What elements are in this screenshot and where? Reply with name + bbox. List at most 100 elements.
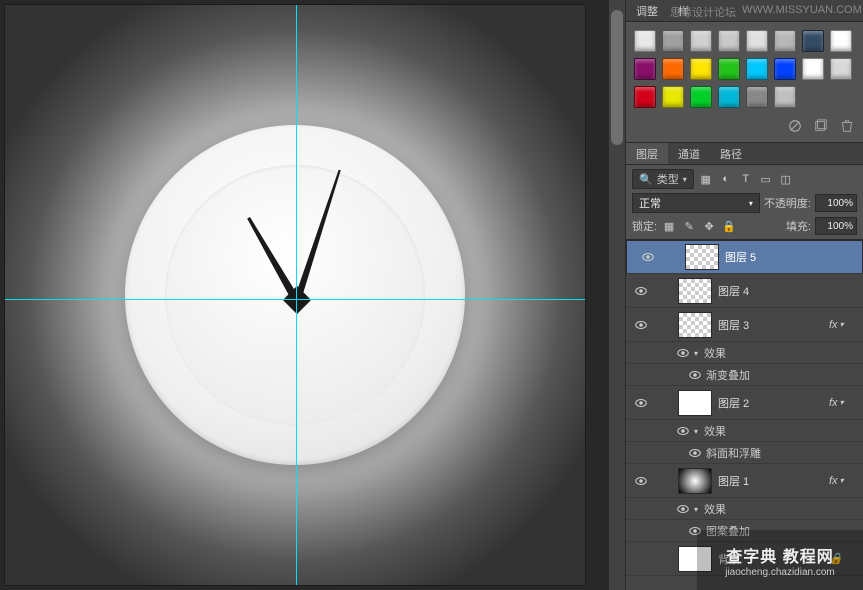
effects-collapse-icon[interactable]: ▾ bbox=[694, 347, 704, 359]
effect-visibility-toggle[interactable] bbox=[684, 524, 706, 538]
visibility-toggle[interactable] bbox=[626, 318, 656, 332]
style-swatch[interactable] bbox=[746, 86, 768, 108]
opacity-label: 不透明度: bbox=[764, 195, 811, 211]
visibility-toggle[interactable] bbox=[626, 396, 656, 410]
layer-thumbnail[interactable] bbox=[678, 390, 712, 416]
layer-effect-row[interactable]: ▾效果 bbox=[626, 342, 863, 364]
blend-mode-dropdown[interactable]: 正常▾ bbox=[632, 193, 760, 213]
effect-visibility-toggle[interactable] bbox=[684, 368, 706, 382]
style-swatch[interactable] bbox=[662, 30, 684, 52]
visibility-toggle[interactable] bbox=[626, 284, 656, 298]
layer-name[interactable]: 图层 4 bbox=[718, 283, 863, 299]
style-swatch[interactable] bbox=[746, 30, 768, 52]
effect-visibility-toggle[interactable] bbox=[672, 346, 694, 360]
style-swatch[interactable] bbox=[634, 30, 656, 52]
effect-visibility-toggle[interactable] bbox=[672, 424, 694, 438]
filter-pixel-icon[interactable]: ▦ bbox=[698, 171, 714, 187]
filter-type-icon[interactable]: T bbox=[738, 171, 754, 187]
style-swatch[interactable] bbox=[802, 58, 824, 80]
lock-position-icon[interactable]: ✥ bbox=[701, 218, 717, 234]
visibility-toggle[interactable] bbox=[633, 250, 663, 264]
layer-row[interactable]: 图层 1fx ▾ bbox=[626, 464, 863, 498]
scrollbar-vertical[interactable] bbox=[609, 0, 625, 590]
style-swatch[interactable] bbox=[662, 86, 684, 108]
style-swatch[interactable] bbox=[690, 30, 712, 52]
layer-name[interactable]: 图层 5 bbox=[725, 249, 856, 265]
layer-thumbnail[interactable] bbox=[678, 468, 712, 494]
tab-paths[interactable]: 路径 bbox=[710, 143, 752, 164]
style-swatch[interactable] bbox=[774, 86, 796, 108]
tab-adjustments[interactable]: 调整 bbox=[626, 0, 668, 21]
effect-name: 效果 bbox=[704, 345, 726, 361]
layer-row[interactable]: 背景🔒 bbox=[626, 542, 863, 576]
lock-icon: 🔒 bbox=[829, 552, 863, 565]
filter-shape-icon[interactable]: ▭ bbox=[758, 171, 774, 187]
delete-style-icon[interactable] bbox=[839, 118, 855, 134]
effects-collapse-icon[interactable]: ▾ bbox=[694, 425, 704, 437]
style-swatch[interactable] bbox=[690, 58, 712, 80]
layer-thumbnail[interactable] bbox=[678, 278, 712, 304]
guide-horizontal[interactable] bbox=[5, 299, 585, 300]
layer-thumbnail[interactable] bbox=[678, 546, 712, 572]
layer-effect-row[interactable]: ▾效果 bbox=[626, 498, 863, 520]
style-swatch[interactable] bbox=[690, 86, 712, 108]
fx-indicator[interactable]: fx ▾ bbox=[829, 475, 863, 487]
style-swatch[interactable] bbox=[718, 30, 740, 52]
effect-name: 图案叠加 bbox=[706, 523, 750, 539]
effect-visibility-toggle[interactable] bbox=[672, 502, 694, 516]
layer-effect-row[interactable]: ▾效果 bbox=[626, 420, 863, 442]
style-swatch[interactable] bbox=[830, 30, 852, 52]
style-swatch[interactable] bbox=[746, 58, 768, 80]
no-style-icon[interactable] bbox=[787, 118, 803, 134]
layer-row[interactable]: 图层 2fx ▾ bbox=[626, 386, 863, 420]
layer-thumbnail[interactable] bbox=[678, 312, 712, 338]
lock-label: 锁定: bbox=[632, 218, 657, 234]
top-watermark: 思缘设计论坛 WWW.MISSYUAN.COM bbox=[670, 4, 862, 20]
layer-name[interactable]: 背景 bbox=[718, 551, 829, 567]
effects-collapse-icon[interactable]: ▾ bbox=[694, 503, 704, 515]
tab-channels[interactable]: 通道 bbox=[668, 143, 710, 164]
layer-effect-row[interactable]: 图案叠加 bbox=[626, 520, 863, 542]
style-swatch[interactable] bbox=[634, 86, 656, 108]
layer-controls: 🔍类型▾ ▦ ◐ T ▭ ◫ 正常▾ 不透明度: 锁定: ▦ ✎ ✥ 🔒 填充: bbox=[626, 165, 863, 240]
lock-all-icon[interactable]: 🔒 bbox=[721, 218, 737, 234]
style-swatch[interactable] bbox=[830, 58, 852, 80]
style-swatch[interactable] bbox=[802, 30, 824, 52]
layer-effect-row[interactable]: 渐变叠加 bbox=[626, 364, 863, 386]
style-swatch[interactable] bbox=[634, 58, 656, 80]
style-swatch[interactable] bbox=[718, 58, 740, 80]
layer-filter-dropdown[interactable]: 🔍类型▾ bbox=[632, 169, 694, 189]
effect-visibility-toggle[interactable] bbox=[684, 446, 706, 460]
layer-name[interactable]: 图层 3 bbox=[718, 317, 829, 333]
layer-row[interactable]: 图层 3fx ▾ bbox=[626, 308, 863, 342]
layer-list: 图层 5图层 4图层 3fx ▾▾效果渐变叠加图层 2fx ▾▾效果斜面和浮雕图… bbox=[626, 240, 863, 590]
tab-layers[interactable]: 图层 bbox=[626, 143, 668, 164]
lock-paint-icon[interactable]: ✎ bbox=[681, 218, 697, 234]
layer-name[interactable]: 图层 1 bbox=[718, 473, 829, 489]
opacity-input[interactable] bbox=[815, 194, 857, 212]
canvas[interactable] bbox=[5, 5, 585, 585]
fx-indicator[interactable]: fx ▾ bbox=[829, 319, 863, 331]
layers-panel-tabs: 图层 通道 路径 bbox=[626, 143, 863, 165]
filter-smart-icon[interactable]: ◫ bbox=[778, 171, 794, 187]
visibility-toggle[interactable] bbox=[626, 474, 656, 488]
lock-transparency-icon[interactable]: ▦ bbox=[661, 218, 677, 234]
filter-adjust-icon[interactable]: ◐ bbox=[718, 171, 734, 187]
layer-row[interactable]: 图层 4 bbox=[626, 274, 863, 308]
style-swatch[interactable] bbox=[774, 30, 796, 52]
fx-indicator[interactable]: fx ▾ bbox=[829, 397, 863, 409]
fill-input[interactable] bbox=[815, 217, 857, 235]
layer-name[interactable]: 图层 2 bbox=[718, 395, 829, 411]
effect-name: 渐变叠加 bbox=[706, 367, 750, 383]
layer-effect-row[interactable]: 斜面和浮雕 bbox=[626, 442, 863, 464]
scrollbar-thumb[interactable] bbox=[611, 10, 623, 145]
guide-vertical[interactable] bbox=[296, 5, 297, 585]
effect-name: 斜面和浮雕 bbox=[706, 445, 761, 461]
style-swatch[interactable] bbox=[718, 86, 740, 108]
style-swatch[interactable] bbox=[774, 58, 796, 80]
new-style-icon[interactable] bbox=[813, 118, 829, 134]
style-swatch[interactable] bbox=[662, 58, 684, 80]
layer-thumbnail[interactable] bbox=[685, 244, 719, 270]
fill-label: 填充: bbox=[786, 218, 811, 234]
layer-row[interactable]: 图层 5 bbox=[626, 240, 863, 274]
